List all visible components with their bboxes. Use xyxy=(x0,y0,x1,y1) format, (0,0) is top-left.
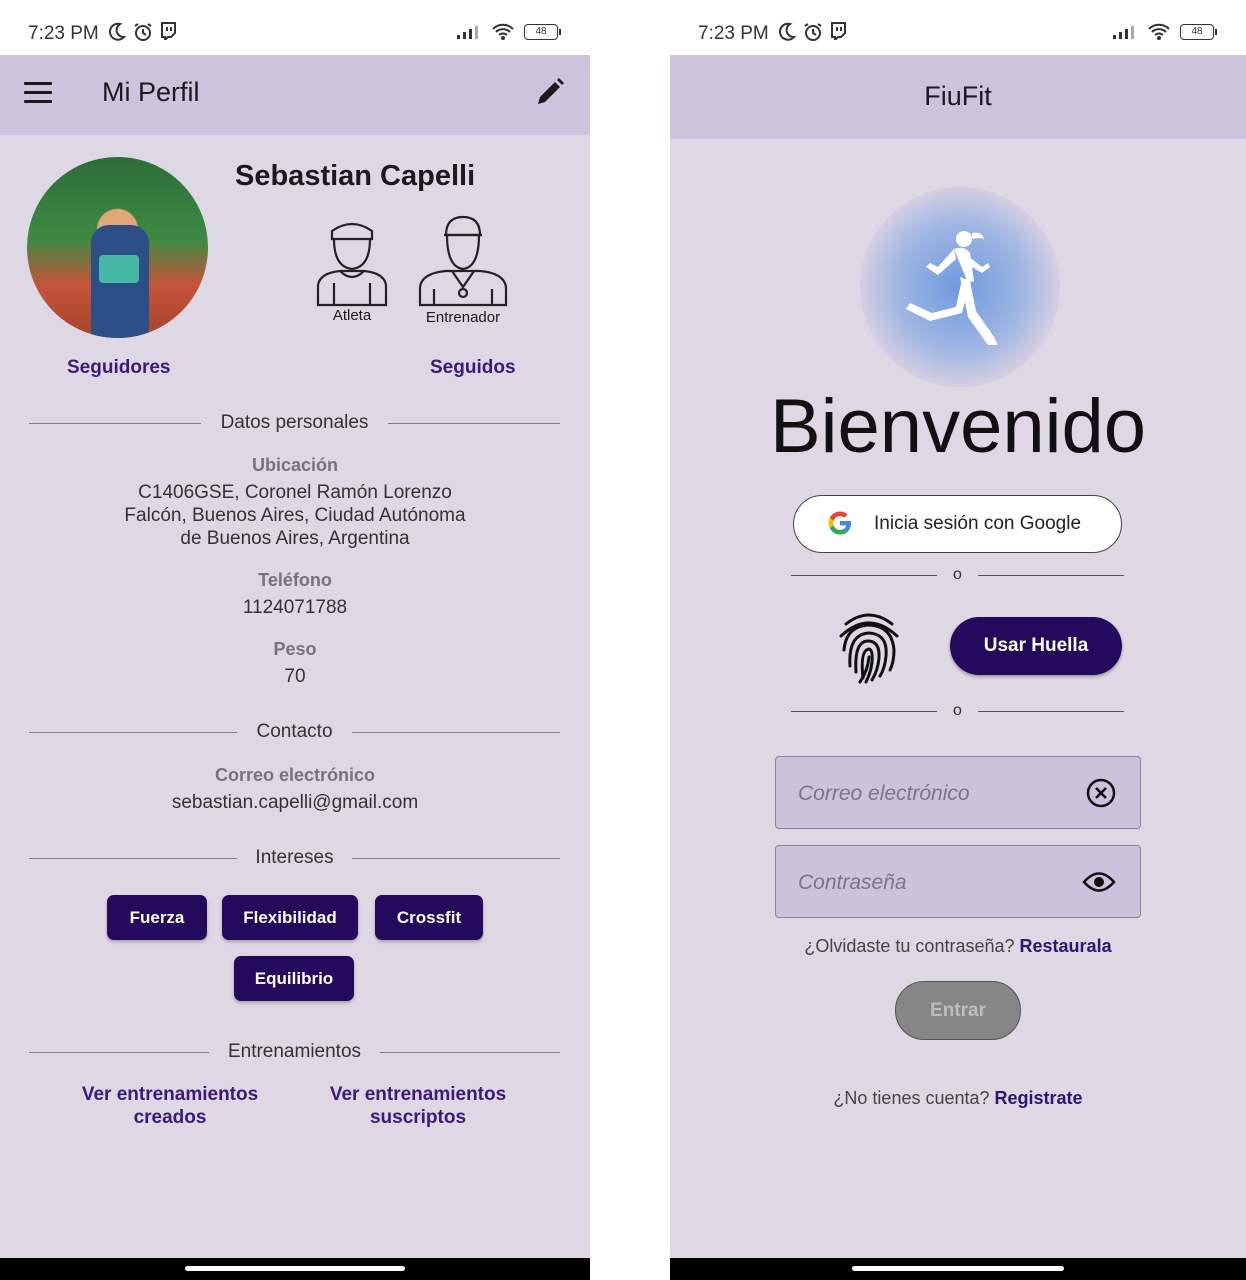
personal-data-divider: Datos personales xyxy=(29,412,560,433)
email-value: sebastian.capelli@gmail.com xyxy=(171,792,419,813)
google-icon xyxy=(828,511,851,535)
followers-link[interactable]: Seguidores xyxy=(67,357,170,379)
forgot-password-text: ¿Olvidaste tu contraseña? xyxy=(804,936,1015,956)
wifi-icon xyxy=(492,23,514,40)
password-field[interactable] xyxy=(775,845,1141,919)
battery-indicator: 48 xyxy=(1180,24,1217,40)
register-link[interactable]: Registrate xyxy=(995,1088,1083,1108)
phone-label: Teléfono xyxy=(258,570,332,590)
system-nav-bar xyxy=(0,1258,590,1280)
home-indicator[interactable] xyxy=(185,1266,405,1271)
submit-button[interactable]: Entrar xyxy=(895,981,1021,1040)
google-signin-label: Inicia sesión con Google xyxy=(874,513,1082,534)
login-app-bar: FiuFit xyxy=(670,55,1246,139)
email-field[interactable] xyxy=(775,756,1141,830)
app-title: FiuFit xyxy=(924,81,992,111)
clear-icon[interactable] xyxy=(1086,778,1116,808)
register-row: ¿No tienes cuenta? Registrate xyxy=(670,1088,1246,1109)
athlete-icon xyxy=(316,222,388,307)
interest-chip-crossfit[interactable]: Crossfit xyxy=(375,895,483,940)
status-icons-right: 48 xyxy=(1112,23,1217,41)
interest-chip-flexibilidad[interactable]: Flexibilidad xyxy=(222,895,358,940)
trainings-divider: Entrenamientos xyxy=(29,1041,560,1062)
profile-content: Sebastian Capelli Atleta Entrenador Segu… xyxy=(0,135,590,1258)
status-icons-left xyxy=(778,22,846,42)
alarm-icon xyxy=(804,23,822,41)
signal-icon xyxy=(457,26,478,39)
runner-icon xyxy=(906,231,998,345)
restore-password-link[interactable]: Restaurala xyxy=(1020,936,1112,956)
subscribed-trainings-link[interactable]: Ver entrenamientos suscriptos xyxy=(318,1083,518,1129)
forgot-password-row: ¿Olvidaste tu contraseña? Restaurala xyxy=(670,936,1246,957)
status-bar: 7:23 PM 48 xyxy=(0,0,590,55)
system-nav-bar xyxy=(670,1258,1246,1280)
no-account-text: ¿No tienes cuenta? xyxy=(833,1088,990,1108)
location-label: Ubicación xyxy=(251,455,339,475)
welcome-heading: Bienvenido xyxy=(769,384,1147,469)
created-trainings-link[interactable]: Ver entrenamientos creados xyxy=(70,1083,270,1129)
interest-chip-fuerza[interactable]: Fuerza xyxy=(107,895,207,940)
moon-icon xyxy=(779,22,796,41)
alarm-icon xyxy=(134,23,152,41)
interest-chip-equilibrio[interactable]: Equilibrio xyxy=(234,956,354,1001)
eye-icon[interactable] xyxy=(1082,867,1116,897)
or-divider-1: o xyxy=(791,565,1124,585)
moon-icon xyxy=(109,22,126,41)
battery-indicator: 48 xyxy=(524,24,561,40)
twitch-icon xyxy=(831,22,846,40)
login-content: Bienvenido Inicia sesión con Google o Us… xyxy=(670,139,1246,1258)
google-signin-button[interactable]: Inicia sesión con Google xyxy=(793,495,1122,553)
signal-icon xyxy=(1113,26,1134,39)
edit-icon[interactable] xyxy=(534,76,566,108)
email-label: Correo electrónico xyxy=(214,765,376,785)
contact-divider: Contacto xyxy=(29,721,560,742)
or-divider-2: o xyxy=(791,701,1124,721)
wifi-icon xyxy=(1148,23,1170,40)
fingerprint-icon[interactable] xyxy=(836,610,902,684)
login-screen: 7:23 PM 48 FiuFit Bienvenido Inicia sesi… xyxy=(670,0,1246,1280)
status-bar: 7:23 PM 48 xyxy=(670,0,1246,55)
status-icons-right: 48 xyxy=(456,23,561,41)
weight-label: Peso xyxy=(273,639,317,659)
following-link[interactable]: Seguidos xyxy=(430,357,516,379)
role-coach-label: Entrenador xyxy=(425,309,501,326)
status-time: 7:23 PM xyxy=(28,23,99,44)
password-input[interactable] xyxy=(776,846,1080,919)
profile-screen: 7:23 PM 48 Mi Perfil Sebastian Capelli A… xyxy=(0,0,590,1280)
phone-value: 1124071788 xyxy=(242,597,348,618)
home-indicator[interactable] xyxy=(852,1266,1064,1271)
status-time: 7:23 PM xyxy=(698,23,769,44)
profile-app-bar: Mi Perfil xyxy=(0,55,590,135)
weight-value: 70 xyxy=(284,666,306,687)
role-athlete-label: Atleta xyxy=(332,307,372,324)
profile-name: Sebastian Capelli xyxy=(235,160,476,192)
status-icons-left xyxy=(108,22,176,42)
page-title: Mi Perfil xyxy=(102,77,200,107)
twitch-icon xyxy=(161,22,176,40)
avatar xyxy=(27,157,208,338)
interests-divider: Intereses xyxy=(29,847,560,868)
menu-icon[interactable] xyxy=(24,82,52,104)
coach-icon xyxy=(418,215,508,307)
fingerprint-button[interactable]: Usar Huella xyxy=(950,617,1122,675)
email-input[interactable] xyxy=(776,757,1080,830)
location-value: C1406GSE, Coronel Ramón Lorenzo Falcón, … xyxy=(124,482,466,549)
